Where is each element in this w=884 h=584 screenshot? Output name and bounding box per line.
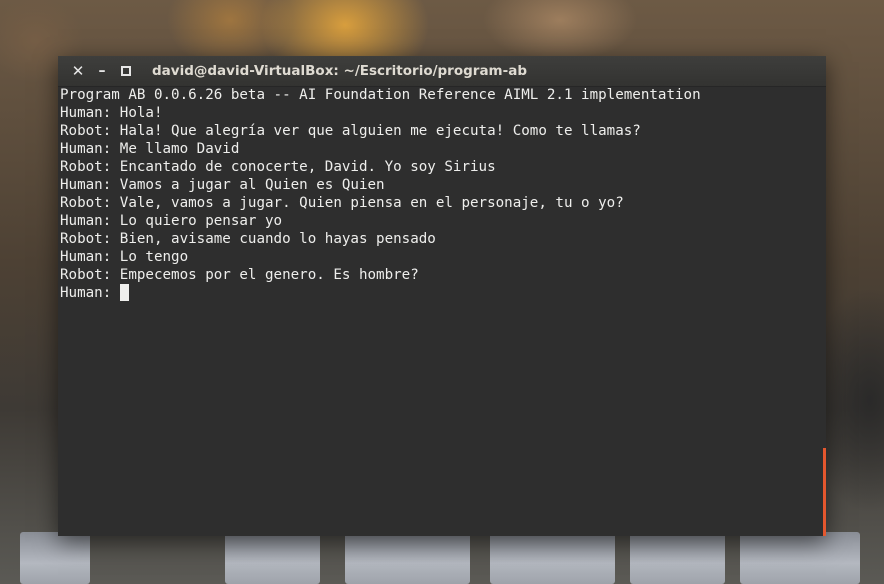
background-bench-slat [630, 532, 725, 584]
terminal-line: Human: Lo quiero pensar yo [60, 213, 283, 229]
background-bench-slat [20, 532, 90, 584]
terminal-line: Robot: Empecemos por el genero. Es hombr… [60, 267, 419, 283]
text-cursor [119, 284, 129, 301]
terminal-line: Robot: Hala! Que alegría ver que alguien… [60, 123, 641, 139]
terminal-scrollbar[interactable] [823, 448, 826, 536]
terminal-prompt-line[interactable]: Human: [60, 284, 822, 302]
terminal-line: Human: Vamos a jugar al Quien es Quien [60, 177, 385, 193]
terminal-line: Program AB 0.0.6.26 beta -- AI Foundatio… [60, 87, 701, 103]
terminal-window[interactable]: ✕ – david@david-VirtualBox: ~/Escritorio… [58, 56, 826, 536]
background-bench-slat [490, 532, 615, 584]
maximize-icon[interactable] [114, 56, 138, 86]
terminal-prompt: Human: [60, 285, 120, 301]
window-title: david@david-VirtualBox: ~/Escritorio/pro… [152, 63, 527, 79]
window-titlebar[interactable]: ✕ – david@david-VirtualBox: ~/Escritorio… [58, 56, 826, 87]
terminal-line: Robot: Encantado de conocerte, David. Yo… [60, 159, 496, 175]
terminal-line: Robot: Bien, avisame cuando lo hayas pen… [60, 231, 436, 247]
terminal-output[interactable]: Program AB 0.0.6.26 beta -- AI Foundatio… [60, 86, 822, 536]
background-bench-slat [225, 532, 320, 584]
background-bench-slat [345, 532, 470, 584]
terminal-line: Robot: Vale, vamos a jugar. Quien piensa… [60, 195, 624, 211]
terminal-line: Human: Me llamo David [60, 141, 240, 157]
close-icon[interactable]: ✕ [66, 56, 90, 86]
minimize-icon[interactable]: – [90, 56, 114, 86]
background-bench-slat [740, 532, 860, 584]
terminal-line: Human: Hola! [60, 105, 163, 121]
terminal-line: Human: Lo tengo [60, 249, 189, 265]
